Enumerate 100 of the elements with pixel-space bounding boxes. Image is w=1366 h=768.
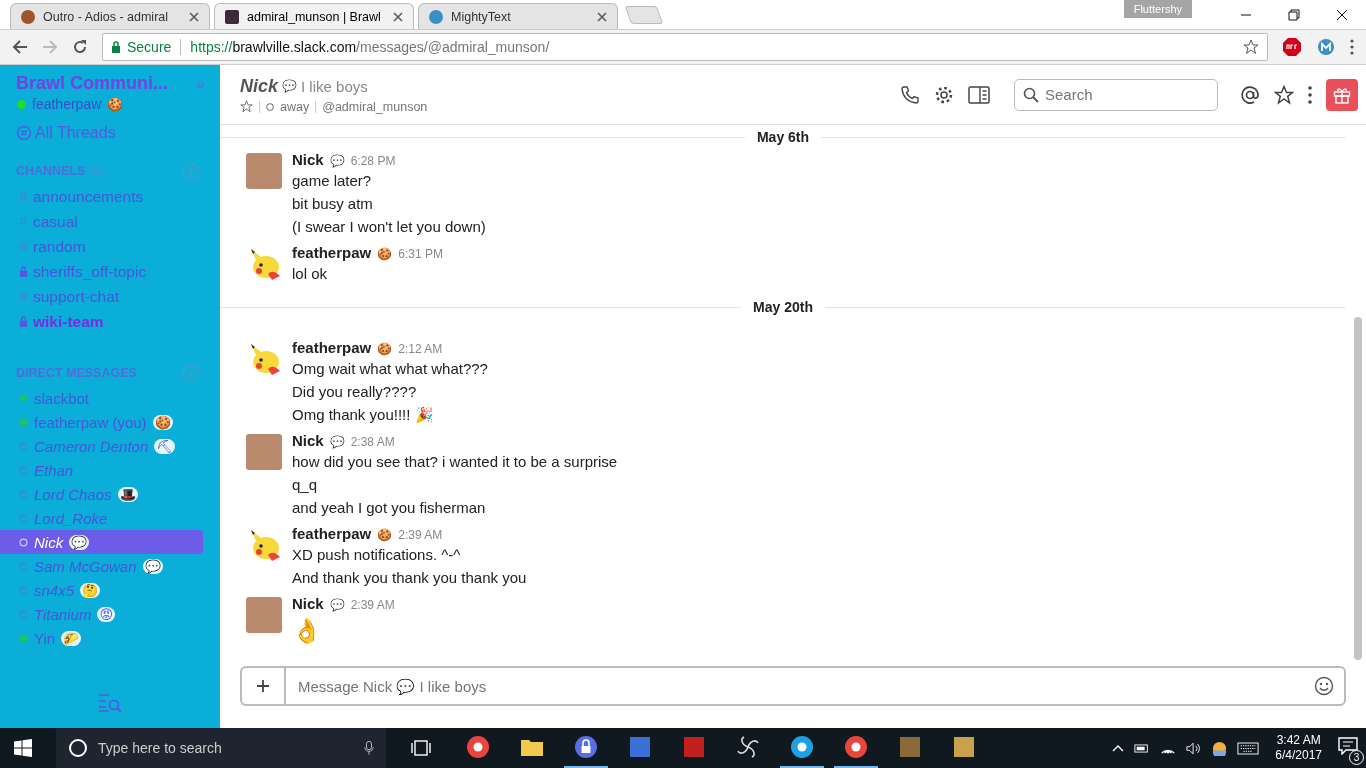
message-author[interactable]: Nick (292, 432, 324, 449)
message-time[interactable]: 2:39 AM (350, 598, 395, 612)
message-text: 👌 (292, 616, 323, 646)
date-divider: May 6th (756, 129, 810, 145)
message-text: how did you see that? i wanted it to be a surprise (292, 452, 618, 472)
status-emoji: 💬 (329, 598, 345, 612)
app-icon[interactable] (844, 735, 868, 759)
message-text: Omg thank you!!!! 🎉 (292, 405, 435, 425)
message-time[interactable]: 2:38 AM (350, 435, 395, 449)
message-time[interactable]: 6:31 PM (398, 247, 443, 261)
star-icon[interactable] (240, 100, 253, 113)
message-text: XD push notifications. ^-^ (292, 545, 462, 565)
direct-message-item[interactable]: slackbot (0, 386, 203, 410)
emoji-icon[interactable] (1314, 676, 1334, 696)
app-icon[interactable] (466, 735, 490, 759)
taskbar-search-field[interactable]: Type here to search (96, 739, 356, 757)
channel-name[interactable]: announcements (33, 187, 144, 206)
channel-name[interactable]: support-chat (33, 287, 120, 306)
direct-message-item[interactable]: sn4x5 🤔 (0, 578, 203, 602)
all-threads-link[interactable]: All Threads (35, 124, 116, 142)
direct-message-item[interactable]: featherpaw (you) 🍪 (0, 410, 203, 434)
star-icon[interactable] (1274, 84, 1294, 105)
plus-icon (256, 679, 270, 693)
microphone-icon[interactable] (364, 740, 374, 756)
menu-icon[interactable] (1350, 39, 1354, 55)
team-name[interactable]: Brawl Communi... (16, 73, 168, 94)
direct-message-item[interactable]: Ethan (0, 458, 203, 482)
message-author[interactable]: Nick (292, 595, 324, 612)
message-author[interactable]: featherpaw (292, 525, 372, 542)
message-field[interactable]: Message Nick 💬 I like boys (284, 666, 1346, 706)
taskbar-search-box[interactable]: Type here to search (56, 728, 386, 768)
message-text: And thank you thank you thank you (292, 568, 527, 588)
mention-icon[interactable] (1240, 84, 1260, 105)
message-time[interactable]: 6:28 PM (350, 154, 396, 168)
message-author[interactable]: Nick (292, 151, 324, 168)
user-name[interactable]: featherpaw (32, 96, 102, 112)
channel-name[interactable]: sheriffs_off-topic (33, 262, 147, 281)
channel-name[interactable]: casual (33, 212, 78, 231)
message-text: Did you really???? (292, 382, 418, 402)
start-icon[interactable] (14, 739, 32, 757)
message-text: bit busy atm (292, 194, 374, 214)
direct-message-item[interactable]: Titanium 😡 (0, 602, 203, 626)
direct-message-item[interactable]: Yin 🌮 (0, 626, 203, 650)
keyboard-icon[interactable] (1237, 741, 1260, 755)
weather-icon[interactable] (1212, 740, 1228, 756)
clock-time[interactable]: 3:42 AM (1276, 733, 1321, 748)
clock-date[interactable]: 6/4/2017 (1275, 748, 1322, 763)
gift-button[interactable] (1326, 78, 1358, 111)
message-text: game later? (292, 171, 373, 191)
speaker-icon[interactable] (1186, 741, 1203, 755)
status-emoji: 🍪 (107, 96, 124, 112)
attach-button[interactable] (240, 666, 284, 706)
secure-label: Secure (127, 39, 172, 55)
notification-count: 3 (1349, 750, 1364, 765)
message-time[interactable]: 2:39 AM (398, 528, 443, 542)
chevron-up-icon[interactable] (1112, 744, 1125, 752)
direct-message-item[interactable]: Nick 💬 (0, 530, 203, 554)
status-emoji: 💬 (282, 79, 298, 93)
channel-name[interactable]: wiki-team (33, 312, 104, 331)
favicon-icon (21, 9, 35, 24)
bookmark-star-icon[interactable] (1243, 39, 1259, 55)
close-icon[interactable] (1336, 8, 1348, 21)
close-icon[interactable] (393, 11, 403, 22)
channel-name[interactable]: random (33, 237, 86, 256)
back-icon[interactable] (12, 39, 28, 55)
direct-message-item[interactable]: Sam McGowan 💬 (0, 554, 203, 578)
profile-badge[interactable]: Fluttershy (1123, 0, 1192, 18)
reload-icon[interactable] (72, 39, 88, 55)
restore-icon[interactable] (1288, 8, 1300, 21)
search-icon (1023, 86, 1039, 103)
stop-sign-icon[interactable] (1282, 37, 1302, 57)
status-emoji: 🍪 (377, 342, 393, 356)
message-author[interactable]: featherpaw (292, 244, 372, 261)
search-field[interactable]: Search (1014, 78, 1218, 111)
more-icon[interactable] (1308, 85, 1312, 104)
app-icon[interactable] (952, 735, 976, 759)
direct-message-item[interactable]: Lord_Roke (0, 506, 203, 530)
task-view-icon[interactable] (410, 739, 432, 757)
message-text: Omg wait what what what??? (292, 359, 488, 379)
search-input[interactable]: Search (1043, 85, 1209, 104)
app-icon[interactable] (790, 735, 814, 759)
app-icon[interactable] (736, 735, 760, 759)
direct-message-item[interactable]: Lord Chaos 🎩 (0, 482, 203, 506)
message-text: lol ok (292, 264, 329, 284)
app-icon[interactable] (574, 735, 598, 759)
notifications-icon[interactable] (1338, 737, 1358, 755)
channel-count: (6) (89, 164, 105, 178)
address-bar[interactable]: Secure https://brawlville.slack.com/messages/@admiral_munson/ (102, 33, 1268, 61)
message-input[interactable]: Message Nick 💬 I like boys (296, 676, 1306, 696)
phone-icon[interactable] (900, 84, 920, 105)
sidebar-toggle-icon[interactable] (968, 85, 990, 104)
ring-icon[interactable] (68, 738, 88, 758)
settings-icon[interactable] (934, 84, 954, 105)
direct-message-item[interactable]: Cameron Denton ⛏ (0, 434, 203, 458)
message-author[interactable]: featherpaw (292, 339, 372, 356)
message-text: (I swear I won't let you down) (292, 217, 486, 237)
battery-icon[interactable] (1134, 742, 1151, 754)
message-time[interactable]: 2:12 AM (398, 342, 443, 356)
scrollbar-thumb[interactable] (1354, 317, 1362, 660)
status-text: I like boys (301, 77, 368, 95)
